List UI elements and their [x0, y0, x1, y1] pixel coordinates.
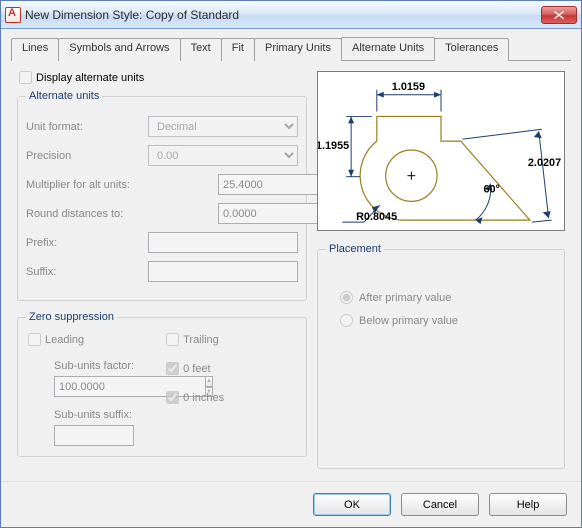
tab-symbols[interactable]: Symbols and Arrows — [58, 38, 180, 61]
unit-format-select[interactable]: Decimal — [148, 116, 298, 137]
ok-button[interactable]: OK — [313, 493, 391, 516]
below-radio[interactable] — [340, 314, 353, 327]
suffix-input[interactable] — [148, 261, 298, 282]
zero-legend: Zero suppression — [26, 311, 117, 323]
inches-label: 0 inches — [183, 392, 224, 404]
dim-diag: 2.0207 — [528, 157, 561, 169]
right-column: 1.0159 1.1955 2.0207 60° — [317, 71, 565, 475]
left-column: Display alternate units Alternate units … — [17, 71, 307, 475]
tab-primary[interactable]: Primary Units — [254, 38, 342, 61]
sub-factor-label: Sub-units factor: — [54, 360, 134, 372]
tab-body: Display alternate units Alternate units … — [11, 61, 571, 481]
multiplier-spinner[interactable]: ▲▼ — [218, 174, 298, 195]
dim-top: 1.0159 — [392, 81, 425, 93]
dialog-window: New Dimension Style: Copy of Standard Li… — [0, 0, 582, 528]
dim-left: 1.1955 — [318, 140, 349, 152]
cancel-button[interactable]: Cancel — [401, 493, 479, 516]
preview-pane: 1.0159 1.1955 2.0207 60° — [317, 71, 565, 231]
close-button[interactable] — [541, 6, 577, 24]
after-radio[interactable] — [340, 291, 353, 304]
inches-checkbox[interactable] — [166, 391, 179, 404]
prefix-input[interactable] — [148, 232, 298, 253]
placement-legend: Placement — [326, 243, 384, 255]
feet-checkbox[interactable] — [166, 362, 179, 375]
trailing-label: Trailing — [183, 334, 219, 346]
trailing-checkbox[interactable] — [166, 333, 179, 346]
dim-angle: 60° — [483, 183, 499, 195]
sub-suffix-label: Sub-units suffix: — [54, 409, 134, 421]
tab-alternate[interactable]: Alternate Units — [341, 37, 435, 60]
multiplier-label: Multiplier for alt units: — [26, 179, 218, 191]
leading-label: Leading — [45, 334, 84, 346]
tab-fit[interactable]: Fit — [221, 38, 255, 61]
titlebar: New Dimension Style: Copy of Standard — [1, 1, 581, 29]
app-icon — [5, 7, 21, 23]
alt-units-group: Alternate units Unit format: Decimal Pre… — [17, 90, 307, 301]
tab-strip: Lines Symbols and Arrows Text Fit Primar… — [11, 37, 571, 61]
button-row: OK Cancel Help — [1, 481, 581, 527]
precision-label: Precision — [26, 150, 148, 162]
round-spinner[interactable]: ▲▼ — [218, 203, 298, 224]
unit-format-label: Unit format: — [26, 121, 148, 133]
tab-lines[interactable]: Lines — [11, 38, 59, 61]
prefix-label: Prefix: — [26, 237, 148, 249]
dim-radius: R0.8045 — [356, 211, 397, 223]
precision-select[interactable]: 0.00 — [148, 145, 298, 166]
help-button[interactable]: Help — [489, 493, 567, 516]
feet-label: 0 feet — [183, 363, 211, 375]
display-alt-label: Display alternate units — [36, 72, 144, 84]
leading-checkbox[interactable] — [28, 333, 41, 346]
tab-text[interactable]: Text — [180, 38, 222, 61]
placement-group: Placement After primary value Below prim… — [317, 243, 565, 469]
close-icon — [554, 11, 564, 19]
preview-drawing: 1.0159 1.1955 2.0207 60° — [318, 72, 564, 230]
below-label: Below primary value — [359, 315, 458, 327]
after-label: After primary value — [359, 292, 451, 304]
alt-units-legend: Alternate units — [26, 90, 102, 102]
tab-tolerances[interactable]: Tolerances — [434, 38, 509, 61]
round-label: Round distances to: — [26, 208, 218, 220]
zero-suppression-group: Zero suppression Leading Sub-units facto… — [17, 311, 307, 457]
suffix-label: Suffix: — [26, 266, 148, 278]
window-title: New Dimension Style: Copy of Standard — [25, 8, 541, 22]
sub-suffix-input[interactable] — [54, 425, 134, 446]
display-alt-checkbox[interactable] — [19, 71, 32, 84]
sub-factor-spinner[interactable]: ▲▼ — [54, 376, 134, 397]
content-area: Lines Symbols and Arrows Text Fit Primar… — [1, 29, 581, 481]
